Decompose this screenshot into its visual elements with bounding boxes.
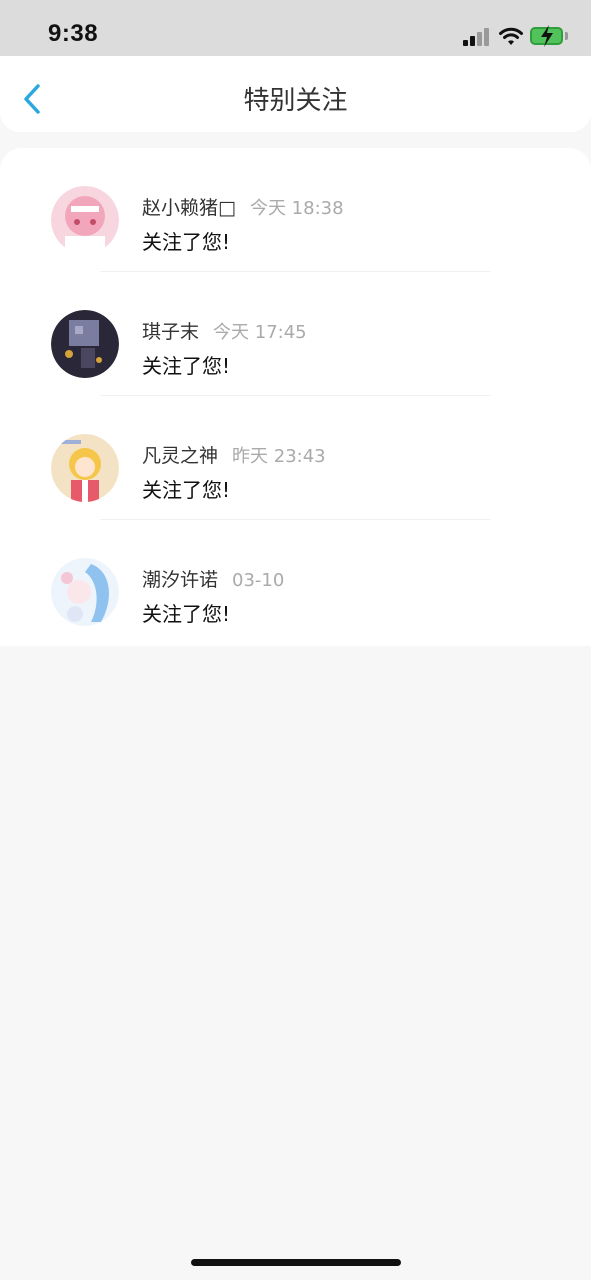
page-title: 特别关注 bbox=[243, 86, 348, 116]
list-item[interactable]: 琪子末 今天 17:45 关注了您! bbox=[0, 272, 591, 396]
battery-tip bbox=[565, 32, 568, 40]
wifi-icon bbox=[499, 27, 523, 45]
timestamp: 昨天 23:43 bbox=[232, 446, 326, 467]
notification-message: 关注了您! bbox=[142, 602, 231, 626]
timestamp: 今天 17:45 bbox=[213, 322, 307, 343]
name-line: 潮汐许诺 03-10 bbox=[142, 565, 284, 592]
list-item[interactable]: 潮汐许诺 03-10 关注了您! bbox=[0, 520, 591, 644]
cellular-signal-icon bbox=[463, 28, 491, 46]
name-line: 凡灵之神 昨天 23:43 bbox=[142, 441, 326, 468]
status-time: 9:38 bbox=[48, 20, 99, 47]
charging-bolt-icon bbox=[541, 25, 553, 47]
user-name[interactable]: 赵小赖猪□ bbox=[142, 197, 236, 219]
notification-message: 关注了您! bbox=[142, 478, 231, 502]
avatar[interactable] bbox=[51, 310, 119, 378]
nav-bar: 特别关注 bbox=[0, 56, 591, 132]
notification-message: 关注了您! bbox=[142, 230, 231, 254]
timestamp: 今天 18:38 bbox=[249, 198, 344, 219]
avatar[interactable] bbox=[51, 558, 119, 626]
user-name[interactable]: 潮汐许诺 bbox=[142, 569, 218, 591]
home-indicator bbox=[191, 1259, 401, 1266]
name-line: 琪子末 今天 17:45 bbox=[142, 317, 307, 344]
list-item[interactable]: 凡灵之神 昨天 23:43 关注了您! bbox=[0, 396, 591, 520]
user-name[interactable]: 凡灵之神 bbox=[142, 445, 218, 467]
list-item[interactable]: 赵小赖猪□ 今天 18:38 关注了您! bbox=[0, 148, 591, 272]
avatar[interactable] bbox=[51, 186, 119, 254]
avatar[interactable] bbox=[51, 434, 119, 502]
timestamp: 03-10 bbox=[232, 570, 285, 591]
name-line: 赵小赖猪□ 今天 18:38 bbox=[142, 193, 344, 220]
notification-message: 关注了您! bbox=[142, 354, 231, 378]
follow-list: 赵小赖猪□ 今天 18:38 关注了您! 琪子末今天 17:45 关注了您! bbox=[0, 148, 591, 646]
user-name[interactable]: 琪子末 bbox=[142, 321, 199, 343]
